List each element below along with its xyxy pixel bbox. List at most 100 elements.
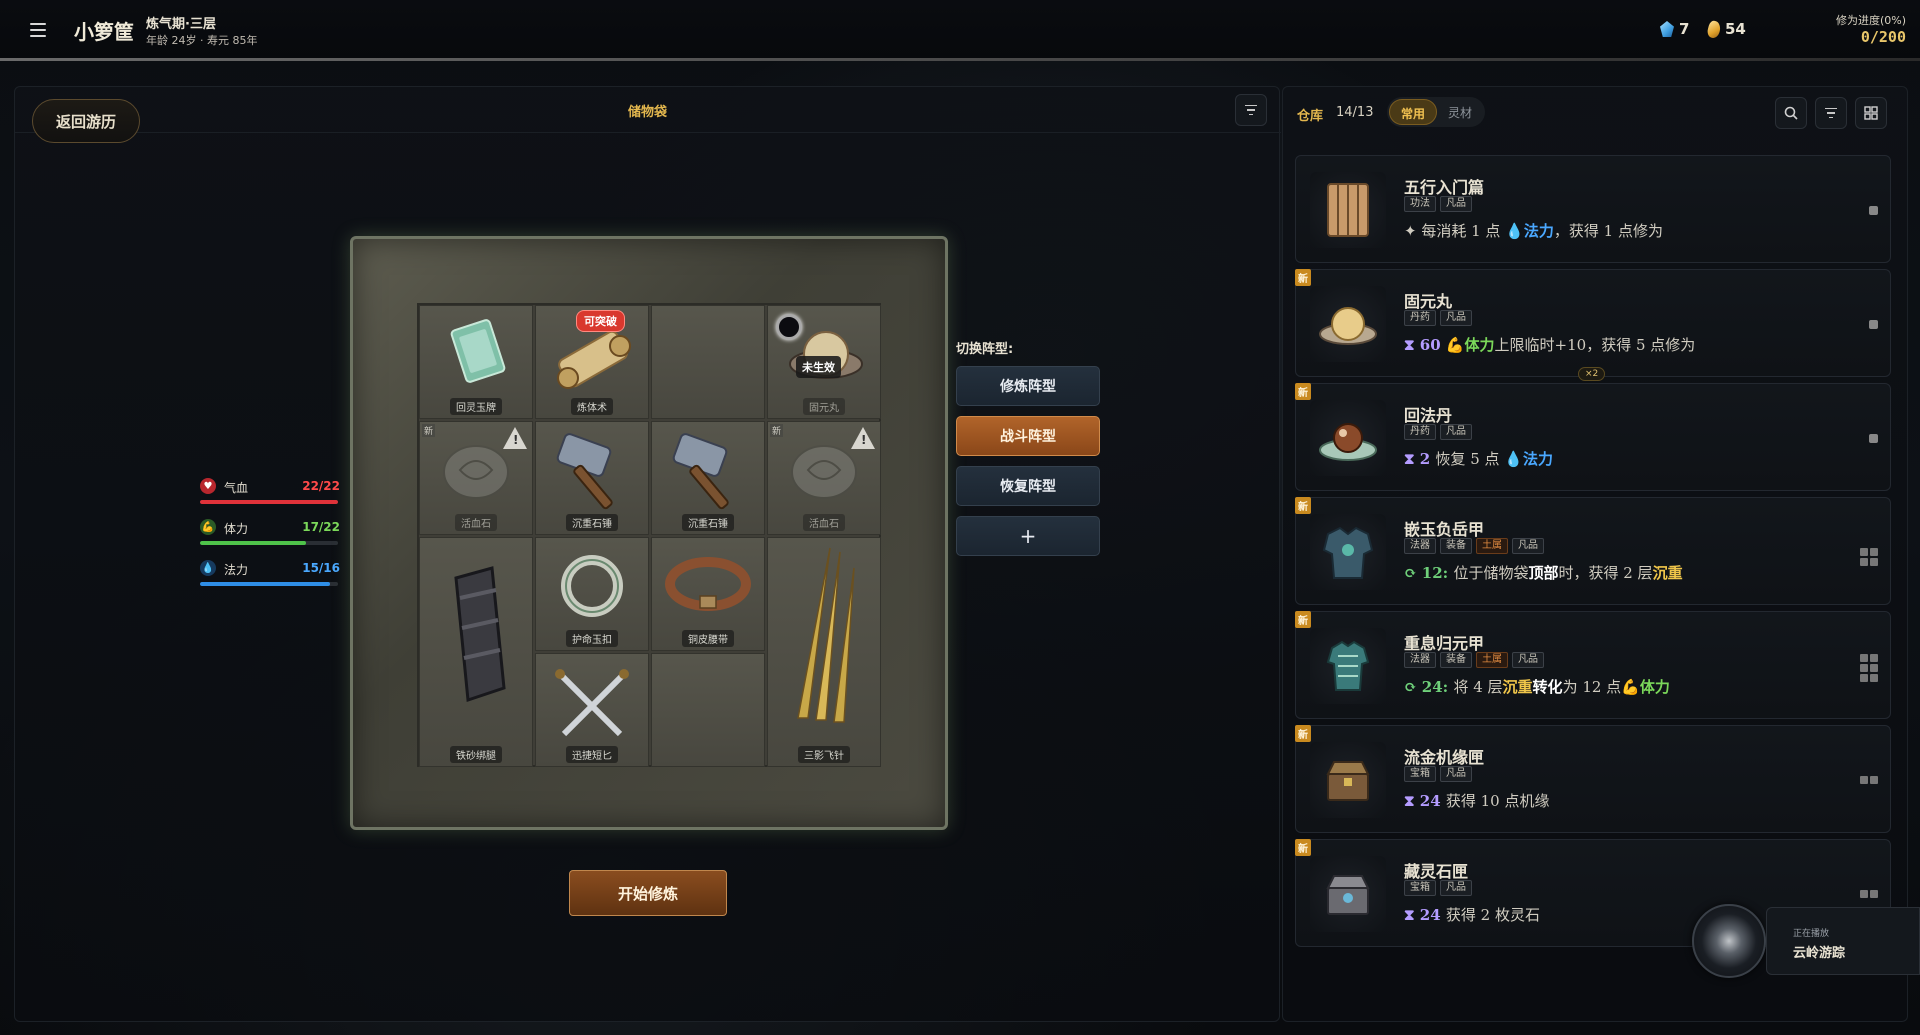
tab-materials[interactable]: 灵材 xyxy=(1437,99,1483,125)
armor-icon xyxy=(1326,640,1370,691)
new-badge: 新 xyxy=(1295,497,1311,514)
bag-slot-hammer-2[interactable]: 沉重石锤 xyxy=(651,421,765,535)
item-tag: 凡品 xyxy=(1512,652,1544,668)
item-desc-segment: 上限临时+10，获得 5 点修为 xyxy=(1494,336,1696,354)
item-tag: 功法 xyxy=(1404,196,1436,212)
item-tag: 土属 xyxy=(1476,652,1508,668)
bag-slot-belt[interactable]: 铜皮腰带 xyxy=(651,537,765,651)
inactive-badge: 未生效 xyxy=(796,356,841,378)
crossed-daggers-icon xyxy=(555,669,629,737)
bag-slot-blood-stone-2[interactable]: 新 活血石 xyxy=(767,421,881,535)
item-size-indicator xyxy=(1860,548,1878,566)
belt-icon xyxy=(665,557,751,611)
bag-slot-empty-2[interactable] xyxy=(651,653,765,767)
bag-slot-jade-card[interactable]: 回灵玉牌 xyxy=(419,305,533,419)
warehouse-item-list: 五行入门篇 功法 凡品 ✦ 每消耗 1 点 💧法力，获得 1 点修为 新 固元丸 … xyxy=(1295,155,1891,953)
stat-hp: ♥ 气血 22/22 xyxy=(198,476,340,517)
warehouse-item[interactable]: 新 嵌玉负岳甲 法器 装备 土属 凡品 ⟳ 12: 位于储物袋顶部时，获得 2 层沉重 xyxy=(1295,497,1891,605)
search-button[interactable] xyxy=(1775,97,1807,129)
new-badge: 新 xyxy=(1295,611,1311,628)
music-disc-icon[interactable] xyxy=(1692,904,1766,978)
item-desc-segment: 沉重 xyxy=(1652,564,1683,582)
item-size-indicator xyxy=(1869,320,1878,329)
warehouse-item[interactable]: 新 固元丸 丹药 凡品 ⧗ 60 💪体力上限临时+10，获得 5 点修为 xyxy=(1295,269,1891,377)
item-tag: 装备 xyxy=(1440,538,1472,554)
bag-slot-scroll[interactable]: 可突破 炼体术 xyxy=(535,305,649,419)
mana-pill-icon xyxy=(1319,423,1377,461)
item-tag: 土属 xyxy=(1476,538,1508,554)
bag-slot-needles[interactable]: 三影飞针 xyxy=(767,537,881,767)
character-stats: ♥ 气血 22/22 💪 体力 17/22 💧 法力 15/16 xyxy=(198,476,340,599)
item-desc-segment: 💧法力 xyxy=(1504,450,1553,468)
spirit-stone-icon xyxy=(1660,21,1674,37)
start-cultivation-button[interactable]: 开始修炼 xyxy=(569,870,727,916)
bag-slot-blood-stone-1[interactable]: 新 活血石 xyxy=(419,421,533,535)
item-desc-segment: ⟳ 24: xyxy=(1404,678,1454,696)
item-desc-segment: 转化 xyxy=(1532,678,1563,696)
formation-cultivate-button[interactable]: 修炼阵型 xyxy=(956,366,1100,406)
item-size-indicator xyxy=(1860,776,1878,784)
gold-icon xyxy=(1706,19,1722,39)
grid-icon xyxy=(1864,106,1878,120)
bag-filter-button[interactable] xyxy=(1235,94,1267,126)
jade-ring-icon xyxy=(561,555,623,617)
bag-slot-bracer[interactable]: 铁砂绑腿 xyxy=(419,537,533,767)
warehouse-item[interactable]: 新 回法丹 丹药 凡品 ⧗ 2 恢复 5 点 💧法力 xyxy=(1295,383,1891,491)
treasure-chest-icon xyxy=(1326,761,1370,801)
cultivation-progress: 修为进度(0%) 0/200 xyxy=(1835,14,1906,46)
formation-battle-button[interactable]: 战斗阵型 xyxy=(956,416,1100,456)
bag-slot-empty-1[interactable] xyxy=(651,305,765,419)
cultivation-progress-bar xyxy=(0,58,1920,61)
add-formation-button[interactable]: + xyxy=(956,516,1100,556)
item-size-indicator xyxy=(1869,434,1878,443)
character-realm: 炼气期·三层 xyxy=(146,17,216,32)
item-tag: 凡品 xyxy=(1512,538,1544,554)
hammer-icon xyxy=(672,433,729,510)
item-desc-segment: 💧法力 xyxy=(1505,222,1554,240)
item-tag: 宝箱 xyxy=(1404,766,1436,782)
item-tag: 法器 xyxy=(1404,652,1436,668)
warehouse-count: 14/13 xyxy=(1336,105,1374,120)
music-status: 正在播放 xyxy=(1793,929,1830,939)
manual-book-icon xyxy=(1327,183,1369,237)
droplet-icon: 💧 xyxy=(200,560,216,576)
bag-slot-pill[interactable]: 未生效 固元丸 xyxy=(767,305,881,419)
pill-icon xyxy=(1319,307,1377,345)
breakthrough-badge: 可突破 xyxy=(576,310,625,332)
formation-recover-button[interactable]: 恢复阵型 xyxy=(956,466,1100,506)
item-tag: 宝箱 xyxy=(1404,880,1436,896)
back-to-travel-button[interactable]: 返回游历 xyxy=(32,99,140,143)
stat-stamina: 💪 体力 17/22 xyxy=(198,517,340,558)
item-desc-segment: ，获得 1 点修为 xyxy=(1553,222,1663,240)
character-name: 小箩筐 xyxy=(74,20,134,44)
warehouse-item[interactable]: 五行入门篇 功法 凡品 ✦ 每消耗 1 点 💧法力，获得 1 点修为 xyxy=(1295,155,1891,263)
bag-slot-daggers[interactable]: 迅捷短匕 xyxy=(535,653,649,767)
item-desc-segment: 将 4 层 xyxy=(1453,678,1503,696)
stack-count-badge: ×2 xyxy=(1578,367,1606,381)
item-desc-segment: 时，获得 2 层 xyxy=(1558,564,1653,582)
stone-chest-icon xyxy=(1326,875,1370,915)
gold-counter: 54 xyxy=(1706,19,1746,39)
bag-slot-ring[interactable]: 护命玉扣 xyxy=(535,537,649,651)
eclipse-icon xyxy=(776,314,802,340)
item-tag: 凡品 xyxy=(1440,196,1472,212)
menu-icon[interactable] xyxy=(22,14,54,46)
item-desc-segment: ⧗ 2 xyxy=(1404,450,1436,468)
item-desc-segment: ⟳ 12: xyxy=(1404,564,1454,582)
bag-slot-hammer-1[interactable]: 沉重石锤 xyxy=(535,421,649,535)
warehouse-item[interactable]: 新 重息归元甲 法器 装备 土属 凡品 ⟳ 24: 将 4 层沉重转化为 12 点💪体… xyxy=(1295,611,1891,719)
bag-grid-frame: 回灵玉牌 可突破 炼体术 未生效 固元丸 新 ! 活血石 沉重石锤 沉重石锤 新… xyxy=(350,236,948,830)
stat-mana: 💧 法力 15/16 xyxy=(198,558,340,599)
item-size-indicator xyxy=(1860,654,1878,682)
new-badge: 新 xyxy=(1295,725,1311,742)
music-player[interactable]: 正在播放 云岭游踪 xyxy=(1766,907,1920,975)
warehouse-filter-button[interactable] xyxy=(1815,97,1847,129)
warehouse-item[interactable]: 新 流金机缘匣 宝箱 凡品 ⧗ 24 获得 10 点机缘 xyxy=(1295,725,1891,833)
new-badge: 新 xyxy=(1295,839,1311,856)
storage-bag-header: 储物袋 xyxy=(15,87,1281,133)
grid-view-button[interactable] xyxy=(1855,97,1887,129)
item-desc-segment: ⧗ 24 xyxy=(1404,792,1446,810)
item-desc-segment: 位于储物袋 xyxy=(1453,564,1529,582)
tab-common[interactable]: 常用 xyxy=(1389,99,1438,125)
warehouse-panel: 仓库 14/13 常用 灵材 五行入门篇 功法 凡品 ✦ 每消耗 1 点 💧法力，… xyxy=(1282,86,1908,1022)
